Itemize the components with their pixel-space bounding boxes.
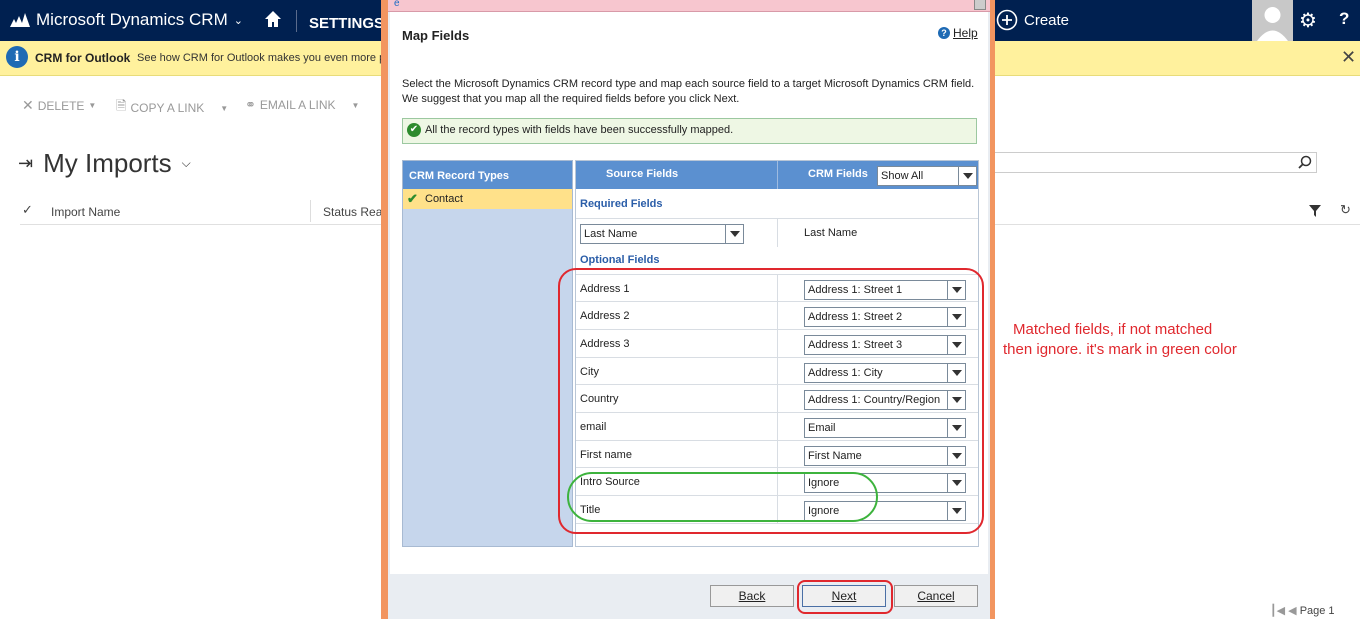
source-field-select[interactable]: Last Name xyxy=(580,224,744,244)
search-input[interactable]: s xyxy=(989,152,1317,173)
chevron-down-icon: ▼ xyxy=(220,103,229,113)
brand-label: Microsoft Dynamics CRM xyxy=(36,10,228,29)
plus-circle-icon xyxy=(996,9,1018,31)
crm-fields-header: CRM Fields xyxy=(808,168,868,180)
annotation-next-outline xyxy=(797,580,893,614)
settings-area-menu[interactable]: SETTINGS xyxy=(309,15,384,32)
record-type-item-contact[interactable]: ✔ Contact xyxy=(403,189,572,209)
dialog-header: Map Fields ? Help xyxy=(390,12,988,56)
record-types-header: CRM Record Types xyxy=(403,161,572,189)
chevron-down-icon: ⌵ xyxy=(181,156,191,170)
page-title-label: My Imports xyxy=(43,148,172,178)
copy-link-label: COPY A LINK xyxy=(130,101,205,115)
success-message: All the record types with fields have be… xyxy=(425,124,734,136)
chevron-down-icon xyxy=(725,225,743,243)
brand-menu[interactable]: Microsoft Dynamics CRM ⌄ xyxy=(10,10,243,30)
annotation-green-outline xyxy=(567,472,878,522)
cancel-button-label: Cancel xyxy=(917,589,955,603)
delete-label: DELETE xyxy=(37,98,85,113)
help-link[interactable]: ? Help xyxy=(938,26,978,40)
notification-message: See how CRM for Outlook makes you even m… xyxy=(137,52,386,64)
create-label: Create xyxy=(1024,11,1070,29)
chevron-down-icon: ▼ xyxy=(88,101,97,110)
delete-button[interactable]: ✕ DELETE ▼ xyxy=(22,97,96,114)
link-icon: ⚭ xyxy=(245,97,256,112)
dialog-description-line1: Select the Microsoft Dynamics CRM record… xyxy=(402,78,975,90)
filter-value: Show All xyxy=(881,170,924,182)
email-link-button[interactable]: ⚭ EMAIL A LINK ▼ xyxy=(245,97,359,113)
notification-title[interactable]: CRM for Outlook xyxy=(35,51,130,65)
source-fields-header: Source Fields xyxy=(606,168,679,180)
target-field-value: Last Name xyxy=(804,227,858,239)
create-button[interactable]: Create xyxy=(996,9,1069,31)
annotation-line1: Matched fields, if not matched xyxy=(1013,321,1213,338)
info-icon: i xyxy=(6,46,28,68)
copy-link-button[interactable]: 🗎 COPY A LINK ▼ xyxy=(116,97,228,119)
chevron-down-icon: ⌄ xyxy=(233,14,243,27)
avatar[interactable] xyxy=(1252,0,1293,41)
source-field-value: Last Name xyxy=(584,228,638,240)
chevron-down-icon: ▼ xyxy=(351,100,360,110)
success-message-bar: ✔ All the record types with fields have … xyxy=(402,118,977,144)
field-mapping-header: Source Fields CRM Fields Show All xyxy=(576,161,978,189)
close-icon[interactable]: ✕ xyxy=(1341,47,1356,68)
nav-divider xyxy=(296,10,297,32)
settings-label: SETTINGS xyxy=(309,15,385,32)
dialog-title: Map Fields xyxy=(402,28,470,43)
dynamics-logo-icon xyxy=(10,13,30,27)
previous-page-icon[interactable]: ◀ xyxy=(1288,605,1296,617)
email-link-label: EMAIL A LINK xyxy=(259,98,336,112)
required-field-row: Last Name Last Name xyxy=(576,218,978,247)
window-control-icon[interactable] xyxy=(974,0,986,10)
pager: ┃◀ ◀ Page 1 xyxy=(1270,604,1335,617)
dialog-description-line2: We suggest that you map all the required… xyxy=(402,93,740,105)
checkmark-icon: ✔ xyxy=(407,191,418,206)
help-circle-icon: ? xyxy=(938,27,950,39)
optional-fields-label: Optional Fields xyxy=(580,254,660,266)
gear-icon[interactable]: ⚙ xyxy=(1299,8,1317,33)
checkmark-circle-icon: ✔ xyxy=(407,123,421,137)
refresh-icon[interactable]: ↻ xyxy=(1340,202,1351,218)
select-all-checkbox[interactable]: ✓ xyxy=(22,202,33,218)
required-fields-label: Required Fields xyxy=(580,198,663,210)
record-types-header-label: CRM Record Types xyxy=(409,170,510,182)
help-icon[interactable]: ? xyxy=(1339,9,1349,29)
search-icon[interactable] xyxy=(1298,155,1312,169)
delete-icon: ✕ xyxy=(22,97,34,113)
home-icon[interactable] xyxy=(263,9,283,29)
record-types-panel: CRM Record Types ✔ Contact xyxy=(402,160,573,547)
first-page-icon[interactable]: ┃◀ xyxy=(1270,605,1285,617)
crm-fields-filter-select[interactable]: Show All xyxy=(877,166,977,186)
pin-icon[interactable]: ⇥ xyxy=(18,153,33,174)
column-divider xyxy=(310,200,311,222)
filter-icon[interactable] xyxy=(1309,205,1321,217)
user-silhouette-icon xyxy=(1257,7,1288,41)
annotation-line2: then ignore. it's mark in green color xyxy=(1003,341,1237,358)
annotation-note: Matched fields, if not matched then igno… xyxy=(1003,320,1237,360)
back-button[interactable]: Back xyxy=(710,585,794,607)
column-divider xyxy=(777,161,778,189)
record-type-label: Contact xyxy=(425,193,463,205)
page-title[interactable]: ⇥ My Imports ⌵ xyxy=(18,148,191,179)
dialog-window-titlebar: e xyxy=(388,0,990,12)
column-import-name[interactable]: Import Name xyxy=(51,205,120,219)
browser-icon: e xyxy=(394,0,400,9)
chevron-down-icon xyxy=(958,167,976,185)
cancel-button[interactable]: Cancel xyxy=(894,585,978,607)
column-divider xyxy=(777,219,778,247)
back-button-label: Back xyxy=(738,589,766,603)
page-number: Page 1 xyxy=(1299,605,1335,617)
help-link-label: Help xyxy=(953,26,978,40)
document-icon: 🗎 xyxy=(116,98,127,113)
